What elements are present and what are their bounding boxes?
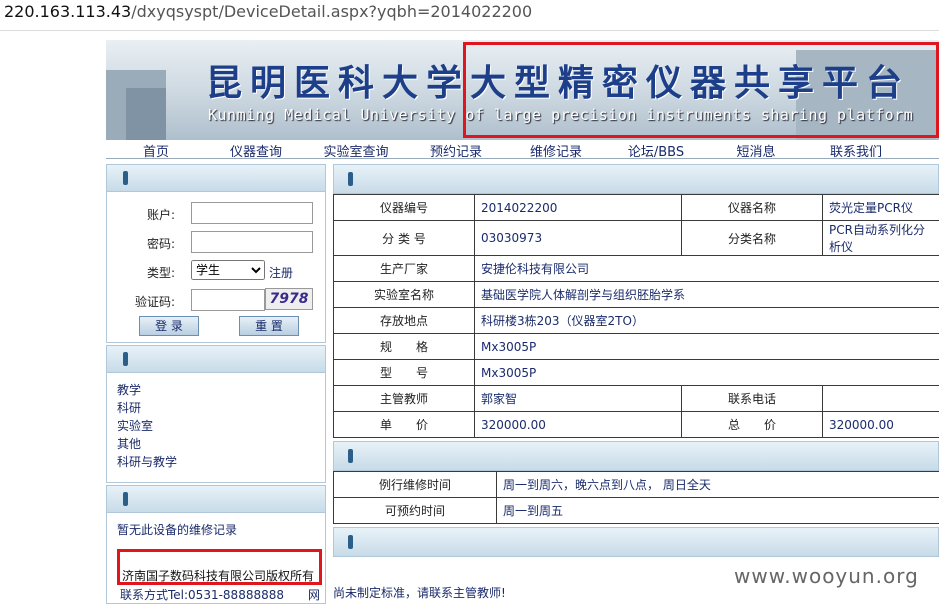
category-teaching[interactable]: 教学 xyxy=(117,381,325,399)
table-row: 主管教师 郭家智 联系电话 xyxy=(334,386,939,412)
category-other[interactable]: 其他 xyxy=(117,435,325,453)
url-host: 220.163.113.43 xyxy=(4,2,131,21)
table-row: 生产厂家 安捷伦科技有限公司 xyxy=(334,256,939,282)
highlight-box-banner xyxy=(463,42,939,138)
reset-button[interactable]: 重 置 xyxy=(239,316,299,336)
device-name-value: 荧光定量PCR仪 xyxy=(823,195,939,221)
schedule-table: 例行维修时间 周一到周六，晚六点到八点， 周日全天 可预约时间 周一到周五 xyxy=(333,471,939,524)
login-box-header xyxy=(106,164,326,192)
device-id-value: 2014022200 xyxy=(475,195,682,221)
category-research-teaching[interactable]: 科研与教学 xyxy=(117,453,325,471)
category-research[interactable]: 科研 xyxy=(117,399,325,417)
location-label: 存放地点 xyxy=(334,308,475,334)
model-value: Mx3005P xyxy=(475,360,939,386)
device-name-label: 仪器名称 xyxy=(682,195,823,221)
rules-notice: 尚未制定标准，请联系主管教师! xyxy=(333,584,506,601)
header-marker-icon xyxy=(123,171,128,185)
nav-messages[interactable]: 短消息 xyxy=(706,140,806,158)
repair-box-header xyxy=(106,485,326,513)
nav-instrument-search[interactable]: 仪器查询 xyxy=(206,140,306,158)
device-detail-panel: 仪器编号 2014022200 仪器名称 荧光定量PCR仪 分 类 号 0303… xyxy=(333,164,939,557)
rules-header xyxy=(333,527,939,557)
total-price-value: 320000.00 xyxy=(823,412,939,438)
password-label: 密码: xyxy=(107,235,175,252)
captcha-input[interactable] xyxy=(191,289,265,311)
category-box-header xyxy=(106,345,326,373)
location-value: 科研楼3栋203（仪器室2TO） xyxy=(475,308,939,334)
nav-contact[interactable]: 联系我们 xyxy=(806,140,906,158)
highlight-box-copyright xyxy=(117,549,322,585)
lab-name-label: 实验室名称 xyxy=(334,282,475,308)
address-bar[interactable]: 220.163.113.43/dxyqsyspt/DeviceDetail.as… xyxy=(4,2,532,21)
nav-lab-search[interactable]: 实验室查询 xyxy=(306,140,406,158)
sidebar: 账户: 密码: 类型: 学生 注册 验证码: 7978 登 录 重 置 教学 科… xyxy=(106,164,326,604)
table-row: 实验室名称 基础医学院人体解剖学与组织胚胎学系 xyxy=(334,282,939,308)
model-label: 型 号 xyxy=(334,360,475,386)
total-price-label: 总 价 xyxy=(682,412,823,438)
phone-value xyxy=(823,386,939,412)
captcha-image[interactable]: 7978 xyxy=(265,288,313,310)
login-form: 账户: 密码: 类型: 学生 注册 验证码: 7978 登 录 重 置 xyxy=(106,192,326,343)
maintenance-time-value: 周一到周六，晚六点到八点， 周日全天 xyxy=(497,472,939,498)
teacher-value: 郭家智 xyxy=(475,386,682,412)
teacher-label: 主管教师 xyxy=(334,386,475,412)
repair-message: 暂无此设备的维修记录 xyxy=(117,521,237,538)
spec-label: 规 格 xyxy=(334,334,475,360)
user-type-select[interactable]: 学生 xyxy=(191,260,265,280)
booking-time-label: 可预约时间 xyxy=(334,498,497,524)
table-row: 分 类 号 03030973 分类名称 PCR自动系列化分析仪 xyxy=(334,221,939,256)
class-name-value: PCR自动系列化分析仪 xyxy=(823,221,939,256)
device-info-table: 仪器编号 2014022200 仪器名称 荧光定量PCR仪 分 类 号 0303… xyxy=(333,194,939,438)
category-lab[interactable]: 实验室 xyxy=(117,417,325,435)
header-marker-icon xyxy=(123,352,128,366)
schedule-header xyxy=(333,441,939,471)
table-row: 存放地点 科研楼3栋203（仪器室2TO） xyxy=(334,308,939,334)
manufacturer-value: 安捷伦科技有限公司 xyxy=(475,256,939,282)
device-id-label: 仪器编号 xyxy=(334,195,475,221)
nav-booking-records[interactable]: 预约记录 xyxy=(406,140,506,158)
category-list: 教学 科研 实验室 其他 科研与教学 xyxy=(106,373,326,483)
table-row: 仪器编号 2014022200 仪器名称 荧光定量PCR仪 xyxy=(334,195,939,221)
password-input[interactable] xyxy=(191,231,313,253)
class-no-value: 03030973 xyxy=(475,221,682,256)
nav-forum[interactable]: 论坛/BBS xyxy=(606,140,706,158)
class-no-label: 分 类 号 xyxy=(334,221,475,256)
nav-repair-records[interactable]: 维修记录 xyxy=(506,140,606,158)
table-row: 可预约时间 周一到周五 xyxy=(334,498,939,524)
class-name-label: 分类名称 xyxy=(682,221,823,256)
unit-price-value: 320000.00 xyxy=(475,412,682,438)
device-info-header xyxy=(333,164,939,194)
table-row: 单 价 320000.00 总 价 320000.00 xyxy=(334,412,939,438)
header-marker-icon xyxy=(348,172,353,186)
register-link[interactable]: 注册 xyxy=(269,264,293,281)
spec-value: Mx3005P xyxy=(475,334,939,360)
table-row: 型 号 Mx3005P xyxy=(334,360,939,386)
header-marker-icon xyxy=(348,449,353,463)
main-nav: 首页 仪器查询 实验室查询 预约记录 维修记录 论坛/BBS 短消息 联系我们 xyxy=(106,140,939,159)
unit-price-label: 单 价 xyxy=(334,412,475,438)
manufacturer-label: 生产厂家 xyxy=(334,256,475,282)
table-row: 例行维修时间 周一到周六，晚六点到八点， 周日全天 xyxy=(334,472,939,498)
contact-text: 联系方式Tel:0531-88888888 网 xyxy=(120,586,320,603)
table-row: 规 格 Mx3005P xyxy=(334,334,939,360)
type-label: 类型: xyxy=(107,264,175,281)
account-label: 账户: xyxy=(107,206,175,223)
nav-home[interactable]: 首页 xyxy=(106,140,206,158)
address-divider xyxy=(0,30,939,31)
url-path: /dxyqsyspt/DeviceDetail.aspx?yqbh=201402… xyxy=(131,2,532,21)
lab-name-value: 基础医学院人体解剖学与组织胚胎学系 xyxy=(475,282,939,308)
maintenance-time-label: 例行维修时间 xyxy=(334,472,497,498)
phone-label: 联系电话 xyxy=(682,386,823,412)
watermark: www.wooyun.org xyxy=(734,564,919,588)
account-input[interactable] xyxy=(191,202,313,224)
captcha-label: 验证码: xyxy=(107,293,175,310)
header-marker-icon xyxy=(123,492,128,506)
login-button[interactable]: 登 录 xyxy=(139,316,199,336)
header-marker-icon xyxy=(348,535,353,549)
booking-time-value: 周一到周五 xyxy=(497,498,939,524)
